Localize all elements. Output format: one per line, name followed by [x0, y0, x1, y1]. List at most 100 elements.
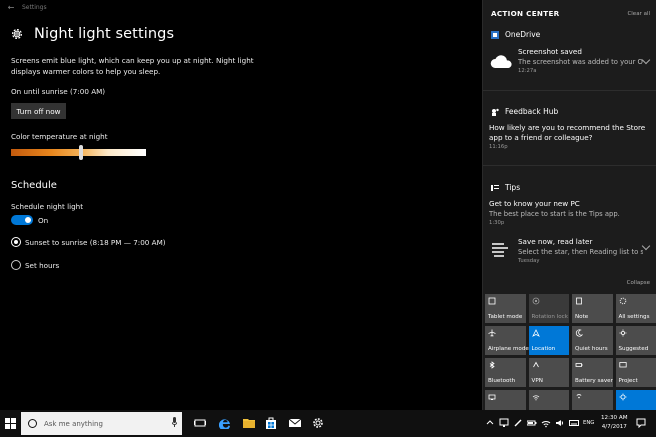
- taskbar-clock[interactable]: 12:30 AM 4/7/2017: [601, 414, 628, 432]
- file-explorer-icon[interactable]: [243, 417, 255, 429]
- notification-title: Save now, read later: [518, 237, 593, 246]
- notification-feedback-hub[interactable]: How likely are you to recommend the Stor…: [489, 123, 649, 152]
- battery-saver-icon: [575, 363, 583, 367]
- color-temperature-slider[interactable]: [11, 145, 146, 160]
- clear-all-link[interactable]: Clear all: [627, 11, 650, 17]
- mail-icon[interactable]: [289, 417, 301, 429]
- sunset-to-sunrise-label: Sunset to sunrise (8:18 PM — 7:00 AM): [25, 238, 166, 247]
- language-indicator[interactable]: ENG: [583, 420, 594, 426]
- cortana-search-box[interactable]: Ask me anything: [21, 412, 182, 435]
- notification-title: How likely are you to recommend the Stor…: [489, 123, 646, 142]
- set-hours-label: Set hours: [25, 261, 60, 270]
- suggested-icon: [619, 329, 626, 337]
- keyboard-icon[interactable]: [569, 418, 579, 428]
- notification-title: Get to know your new PC: [489, 199, 580, 208]
- windows-start-icon[interactable]: [5, 418, 16, 429]
- notification-group-onedrive[interactable]: OneDrive: [491, 30, 540, 39]
- action-center-icon[interactable]: [636, 418, 646, 428]
- collapse-link[interactable]: Collapse: [627, 280, 650, 286]
- toggle-knob: [25, 217, 31, 223]
- cloud-icon: [490, 55, 512, 68]
- quick-action-rotation-lock[interactable]: Rotation lock: [528, 294, 569, 323]
- project-icon: [618, 362, 627, 368]
- quick-action-all-settings[interactable]: All settings: [615, 294, 656, 323]
- quick-action-airplane-mode[interactable]: Airplane mode: [485, 326, 529, 355]
- sunset-to-sunrise-radio[interactable]: [11, 237, 21, 247]
- clock-date: 4/7/2017: [601, 424, 627, 430]
- chevron-down-icon[interactable]: [641, 241, 651, 251]
- quick-action-label: Battery saver: [575, 377, 613, 384]
- quick-action-location[interactable]: Location: [528, 326, 569, 355]
- notification-reading-list[interactable]: Save now, read later Select the star, th…: [518, 237, 643, 266]
- quick-action-label: Rotation lock: [531, 313, 568, 320]
- quick-action-vpn[interactable]: VPN: [528, 358, 569, 387]
- network-tray-icon[interactable]: [499, 418, 509, 428]
- separator: [483, 90, 656, 91]
- moon-icon: [575, 329, 583, 337]
- quick-action-quiet-hours[interactable]: Quiet hours: [572, 326, 613, 355]
- action-center: ACTION CENTER Clear all OneDrive Screens…: [482, 0, 656, 419]
- quick-action-label: Note: [575, 313, 589, 320]
- airplane-icon: [488, 329, 496, 337]
- store-icon[interactable]: [265, 417, 277, 429]
- quick-action-label: Suggested: [618, 345, 649, 352]
- quick-action-label: Project: [618, 377, 638, 384]
- microphone-icon[interactable]: [172, 417, 177, 427]
- slider-thumb[interactable]: [79, 145, 84, 160]
- action-center-title: ACTION CENTER: [491, 9, 560, 18]
- night-light-status: On until sunrise (7:00 AM): [11, 87, 106, 96]
- wifi-icon[interactable]: [541, 418, 551, 428]
- pen-icon[interactable]: [513, 418, 523, 428]
- notification-group-feedback-hub[interactable]: Feedback Hub: [491, 107, 558, 116]
- set-hours-radio[interactable]: [11, 260, 21, 270]
- network-icon: [532, 395, 539, 401]
- notification-onedrive[interactable]: Screenshot saved The screenshot was adde…: [518, 47, 643, 76]
- night-light-description: Screens emit blue light, which can keep …: [11, 56, 254, 76]
- notification-tips[interactable]: Get to know your new PC The best place t…: [489, 199, 649, 228]
- volume-icon[interactable]: [555, 418, 565, 428]
- schedule-heading: Schedule: [11, 180, 57, 191]
- vpn-icon: [532, 361, 539, 368]
- notification-group-tips[interactable]: Tips: [491, 183, 520, 192]
- title-bar: ← Settings: [0, 0, 482, 14]
- quick-action-label: All settings: [618, 313, 650, 320]
- quick-action-suggested[interactable]: Suggested: [615, 326, 656, 355]
- quick-action-tablet-mode[interactable]: Tablet mode: [485, 294, 526, 323]
- quick-action-note[interactable]: Note: [572, 294, 613, 323]
- reading-list-icon: [492, 243, 508, 257]
- quick-action-bluetooth[interactable]: Bluetooth: [485, 358, 526, 387]
- notification-body: The screenshot was added to your On: [518, 58, 643, 66]
- note-icon: [576, 297, 582, 305]
- battery-icon[interactable]: [527, 418, 537, 428]
- clock-time: 12:30 AM: [601, 415, 628, 421]
- onedrive-icon: [491, 30, 499, 39]
- chevron-down-icon[interactable]: [641, 55, 651, 65]
- task-view-icon[interactable]: [194, 417, 206, 429]
- location-icon: [531, 329, 540, 337]
- gear-icon: [12, 29, 22, 39]
- quick-action-battery-saver[interactable]: Battery saver: [572, 358, 613, 387]
- notification-time: 1:30p: [489, 220, 505, 226]
- quick-action-label: Tablet mode: [488, 313, 523, 320]
- notification-body: Select the star, then Reading list to sa: [518, 248, 643, 256]
- turn-off-now-button[interactable]: Turn off now: [11, 103, 66, 119]
- edge-icon[interactable]: [219, 417, 231, 429]
- notification-time: Tuesday: [518, 258, 540, 264]
- toggle-state-label: On: [38, 216, 49, 225]
- back-arrow-icon[interactable]: ←: [0, 3, 22, 12]
- feedback-hub-icon: [492, 108, 499, 116]
- show-hidden-icons-chevron-icon[interactable]: [485, 418, 495, 428]
- page-title: Night light settings: [34, 26, 175, 42]
- quick-action-label: Bluetooth: [488, 377, 516, 384]
- app-name: Feedback Hub: [505, 107, 559, 116]
- tips-icon: [491, 184, 499, 191]
- notification-body: The best place to start is the Tips app.: [489, 210, 620, 218]
- app-name: Tips: [505, 183, 521, 192]
- quick-action-label: Airplane mode: [488, 345, 529, 352]
- quick-action-label: Quiet hours: [575, 345, 608, 352]
- schedule-toggle[interactable]: [11, 215, 33, 225]
- notification-title: Screenshot saved: [518, 47, 582, 56]
- quick-action-project[interactable]: Project: [615, 358, 656, 387]
- quick-action-label: VPN: [531, 377, 543, 384]
- settings-taskbar-icon[interactable]: [312, 417, 324, 429]
